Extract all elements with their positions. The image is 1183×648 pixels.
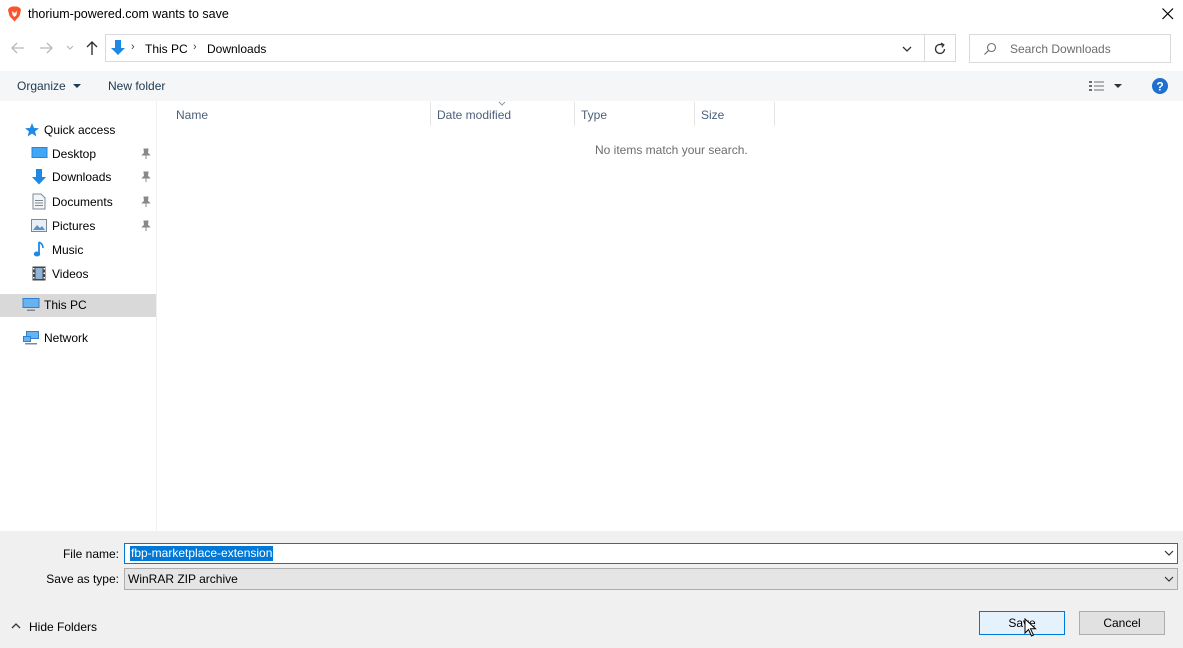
sidebar-item-label: Downloads [52,170,112,184]
sort-arrow-icon [498,101,506,106]
empty-message: No items match your search. [595,143,748,157]
search-input[interactable]: Search Downloads [1010,42,1111,56]
save-button[interactable]: Save [979,611,1065,635]
sidebar-item-quick-access[interactable]: Quick access [0,119,156,141]
download-arrow-icon [111,40,125,55]
sidebar-item-label: This PC [44,298,87,312]
save-type-value: WinRAR ZIP archive [128,572,238,586]
cancel-button[interactable]: Cancel [1079,611,1165,635]
sidebar-item-label: Desktop [52,147,97,161]
pin-icon[interactable] [141,171,151,183]
save-type-select[interactable]: WinRAR ZIP archive [124,568,1178,590]
caret-down-icon[interactable] [1113,82,1123,90]
title-bar: thorium-powered.com wants to save [0,0,1183,30]
pin-icon[interactable] [141,196,151,208]
sidebar-item-label: Videos [52,267,89,281]
forward-button[interactable] [36,38,56,61]
recent-locations-button[interactable] [63,42,77,57]
new-folder-button[interactable]: New folder [108,79,165,93]
breadcrumb-separator-icon: › [193,41,197,53]
breadcrumb-this-pc[interactable]: This PC [145,42,188,56]
sidebar-item-desktop[interactable]: Desktop [0,143,156,165]
back-button[interactable] [8,38,28,61]
sidebar-item-label: Documents [52,195,113,209]
sidebar-item-documents[interactable]: Documents [0,191,156,213]
caret-down-icon [73,84,82,88]
column-divider[interactable] [774,102,775,126]
search-box[interactable]: Search Downloads [969,34,1171,63]
file-name-input[interactable]: fbp-marketplace-extension [130,546,274,561]
column-header-size[interactable]: Size [701,108,724,122]
mouse-cursor-icon [1024,618,1037,637]
music-note-icon [33,241,44,257]
column-divider[interactable] [694,102,695,126]
sidebar-item-label: Pictures [52,219,96,233]
chevron-down-icon[interactable] [1163,548,1175,558]
close-icon[interactable] [1158,4,1178,24]
chevron-down-icon [66,45,74,50]
address-divider [924,35,925,61]
brave-lion-icon [8,6,21,22]
download-arrow-icon [32,169,46,185]
star-icon [25,123,39,137]
chevron-up-icon[interactable] [10,621,22,631]
view-details-icon[interactable] [1088,79,1106,93]
pane-divider[interactable] [156,101,157,531]
column-divider[interactable] [574,102,575,126]
breadcrumb-separator-icon: › [131,41,135,53]
sidebar-item-music[interactable]: Music [0,239,156,261]
hide-folders-button[interactable]: Hide Folders [29,620,97,634]
address-bar[interactable]: › This PC › Downloads [105,34,956,62]
sidebar-item-label: Network [44,331,89,345]
window-title: thorium-powered.com wants to save [28,7,229,21]
sidebar-item-videos[interactable]: Videos [0,263,156,285]
pin-icon[interactable] [141,148,151,160]
column-header-date-modified[interactable]: Date modified [437,108,511,122]
picture-icon [31,219,47,232]
sidebar-item-label: Quick access [44,123,116,137]
organize-label: Organize [17,79,66,93]
network-icon [23,331,39,345]
sidebar-item-network[interactable]: Network [0,327,156,349]
sidebar-item-pictures[interactable]: Pictures [0,215,156,237]
breadcrumb-downloads[interactable]: Downloads [207,42,266,56]
help-icon[interactable]: ? [1151,77,1169,95]
chevron-down-icon[interactable] [1163,574,1175,584]
arrow-right-icon [40,42,53,54]
search-icon [984,42,997,55]
column-divider[interactable] [430,102,431,126]
command-bar: Organize New folder ? [0,71,1183,101]
sidebar-item-label: Music [52,243,84,257]
organize-button[interactable]: Organize [17,79,82,93]
refresh-icon[interactable] [931,40,949,58]
up-button[interactable] [82,38,102,61]
pin-icon[interactable] [141,220,151,232]
svg-text:?: ? [1156,80,1163,94]
save-type-label: Save as type: [46,572,119,586]
arrow-left-icon [11,42,24,54]
desktop-icon [31,147,48,158]
computer-icon [22,298,40,311]
sidebar-item-downloads[interactable]: Downloads [0,166,156,188]
film-icon [32,266,46,281]
column-header-type[interactable]: Type [581,108,607,122]
sidebar-item-this-pc[interactable]: This PC [0,294,156,317]
chevron-down-icon[interactable] [900,43,914,55]
file-name-field[interactable]: fbp-marketplace-extension [124,543,1178,564]
file-name-label: File name: [62,547,119,561]
column-header-name[interactable]: Name [176,108,208,122]
arrow-up-icon [86,41,98,55]
document-icon [32,193,46,210]
